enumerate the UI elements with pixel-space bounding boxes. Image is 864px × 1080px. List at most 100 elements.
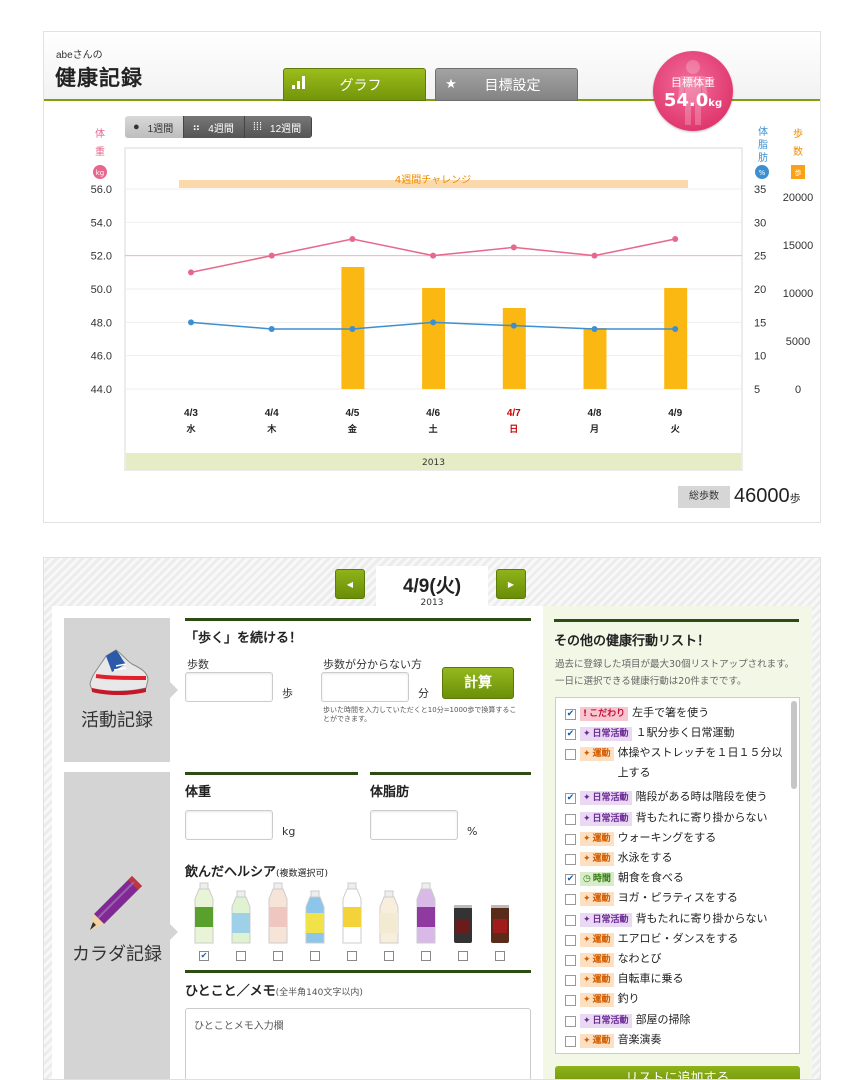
health-action-checkbox[interactable] xyxy=(565,749,576,761)
drink-checkbox[interactable] xyxy=(347,951,357,961)
drink-checkbox[interactable]: ✔ xyxy=(199,951,209,961)
drink-checkbox[interactable] xyxy=(421,951,431,961)
health-action-checkbox[interactable] xyxy=(565,854,576,865)
health-action-item[interactable]: ✦ 日常活動 背もたれに寄り掛からない xyxy=(565,912,787,929)
healthya-bottle[interactable] xyxy=(304,881,326,949)
steps-bar xyxy=(502,308,526,389)
x-weekday-label: 火 xyxy=(671,424,681,435)
weight-tick-label: 50.0 xyxy=(91,284,112,296)
next-day-button[interactable]: ▶ xyxy=(496,569,526,599)
arrow-left-icon: ◀ xyxy=(346,579,354,589)
list-scrollbar[interactable] xyxy=(791,701,797,789)
drink-checkbox[interactable] xyxy=(495,951,505,961)
category-tag: ✦ 運動 xyxy=(580,953,614,967)
add-to-list-button[interactable]: リストに追加する xyxy=(555,1066,800,1079)
health-action-label: 左手で箸を使う xyxy=(632,706,710,719)
health-action-panel: その他の健康行動リスト！ 過去に登録した項目が最大30個リストアップされます。一… xyxy=(543,606,812,1079)
walk-section-title: 「歩く」を続ける！ xyxy=(185,618,531,646)
health-action-checkbox[interactable] xyxy=(565,914,576,926)
health-action-checkbox[interactable]: ✔ xyxy=(565,729,576,741)
health-action-checkbox[interactable] xyxy=(565,955,576,966)
steps-input[interactable] xyxy=(185,672,273,702)
health-action-checkbox[interactable] xyxy=(565,934,576,946)
prev-day-button[interactable]: ◀ xyxy=(335,569,365,599)
date-display: 4/9(火) 2013 xyxy=(376,566,488,608)
minutes-unit: 分 xyxy=(418,687,429,700)
fat-tick-label: 15 xyxy=(754,317,766,329)
health-action-item[interactable]: ✦ 運動 音楽演奏 xyxy=(565,1033,787,1050)
bottle-icon xyxy=(231,890,251,944)
category-icon: ✦ xyxy=(583,1035,591,1046)
bottle-icon xyxy=(379,890,399,944)
steps-bar xyxy=(422,288,446,389)
health-action-item[interactable]: ✦ 運動 エアロビ・ダンスをする xyxy=(565,932,787,949)
drink-checkbox[interactable] xyxy=(236,951,246,961)
health-action-checkbox[interactable]: ✔ xyxy=(565,793,576,805)
weight-point xyxy=(510,244,517,251)
category-tag-label: 時間 xyxy=(592,874,611,885)
fat-tick-label: 25 xyxy=(754,251,766,263)
drink-checkbox[interactable] xyxy=(273,951,283,961)
health-action-item[interactable]: ✦ 運動 ヨガ・ピラティスをする xyxy=(565,891,787,908)
health-action-item[interactable]: ✦ 運動 ウォーキングをする xyxy=(565,831,787,848)
bottle-icon xyxy=(194,882,214,944)
fat-input[interactable] xyxy=(370,810,458,840)
health-action-item[interactable]: ✦ 運動 なわとび xyxy=(565,952,787,969)
health-action-item[interactable]: ✔! こだわり 左手で箸を使う xyxy=(565,706,787,723)
health-action-checkbox[interactable]: ✔ xyxy=(565,874,576,886)
conversion-note: 歩いた時間を入力していただくと10分=1000歩で換算することができます。 xyxy=(323,706,517,723)
category-tag-label: 運動 xyxy=(592,894,611,905)
health-action-item[interactable]: ✔ ◷ 時間 朝食を食べる xyxy=(565,871,787,888)
health-action-label: 体操やストレッチを１日１５分以上する xyxy=(617,746,783,780)
fat-point xyxy=(349,326,356,332)
healthya-can[interactable] xyxy=(489,881,511,949)
weight-point xyxy=(268,252,275,259)
weight-tick-label: 48.0 xyxy=(91,317,112,329)
healthya-bottle[interactable] xyxy=(341,881,363,949)
health-action-item[interactable]: ✦ 日常活動 部屋の掃除 xyxy=(565,1013,787,1030)
category-icon: ✦ xyxy=(583,793,591,804)
health-action-item[interactable]: ✦ 運動 自転車に乗る xyxy=(565,972,787,989)
healthya-bottle[interactable] xyxy=(230,881,252,949)
category-tag: ✦ 日常活動 xyxy=(580,791,632,806)
health-action-item[interactable]: ✔ ✦ 日常活動 階段がある時は階段を使う xyxy=(565,790,787,807)
health-action-checkbox[interactable] xyxy=(565,894,576,906)
health-action-checkbox[interactable]: ✔ xyxy=(565,709,576,720)
health-action-item[interactable]: ✦ 日常活動 背もたれに寄り掛からない xyxy=(565,811,787,828)
healthya-bottle[interactable] xyxy=(193,881,215,949)
calculate-button[interactable]: 計算 xyxy=(442,667,514,699)
category-icon: ✦ xyxy=(583,975,591,986)
health-action-item[interactable]: ✦ 運動 釣り xyxy=(565,992,787,1009)
health-action-item[interactable]: ✦ 運動 水泳をする xyxy=(565,851,787,868)
total-steps-value: 46000歩 xyxy=(734,485,801,508)
unknown-steps-label: 歩数が分からない方 xyxy=(323,658,422,671)
bottle-icon xyxy=(342,882,362,944)
category-tag: ✦ 運動 xyxy=(580,932,614,947)
healthya-can[interactable] xyxy=(452,881,474,949)
x-weekday-label: 日 xyxy=(509,424,518,435)
health-action-checkbox[interactable] xyxy=(565,1015,576,1027)
drink-checkbox[interactable] xyxy=(310,951,320,961)
healthya-bottle[interactable] xyxy=(378,881,400,949)
health-action-checkbox[interactable] xyxy=(565,1035,576,1047)
health-action-list[interactable]: ✔! こだわり 左手で箸を使う ✔ ✦ 日常活動 １駅分歩く日常運動 ✦ 運動 体操やストレッチを… xyxy=(555,697,800,1054)
health-action-checkbox[interactable] xyxy=(565,813,576,825)
weight-input[interactable] xyxy=(185,810,273,840)
healthya-bottle[interactable] xyxy=(415,881,437,949)
weight-point xyxy=(591,252,598,259)
health-action-checkbox[interactable] xyxy=(565,975,576,987)
x-date-label: 4/9 xyxy=(668,408,682,419)
healthya-bottle[interactable] xyxy=(267,881,289,949)
drink-checkbox[interactable] xyxy=(384,951,394,961)
health-action-label: なわとび xyxy=(617,952,662,965)
health-action-checkbox[interactable] xyxy=(565,995,576,1007)
health-action-checkbox[interactable] xyxy=(565,833,576,845)
category-tag-label: 運動 xyxy=(592,975,611,986)
health-action-item[interactable]: ✔ ✦ 日常活動 １駅分歩く日常運動 xyxy=(565,726,787,743)
minutes-input[interactable] xyxy=(321,672,409,702)
category-tag: ✦ 運動 xyxy=(580,1033,614,1048)
drink-checkbox[interactable] xyxy=(458,951,468,961)
memo-input[interactable]: ひとことメモ入力欄 xyxy=(185,1008,531,1079)
health-action-item[interactable]: ✦ 運動 体操やストレッチを１日１５分以上する xyxy=(565,746,787,783)
category-tag: ✦ 運動 xyxy=(580,973,614,988)
